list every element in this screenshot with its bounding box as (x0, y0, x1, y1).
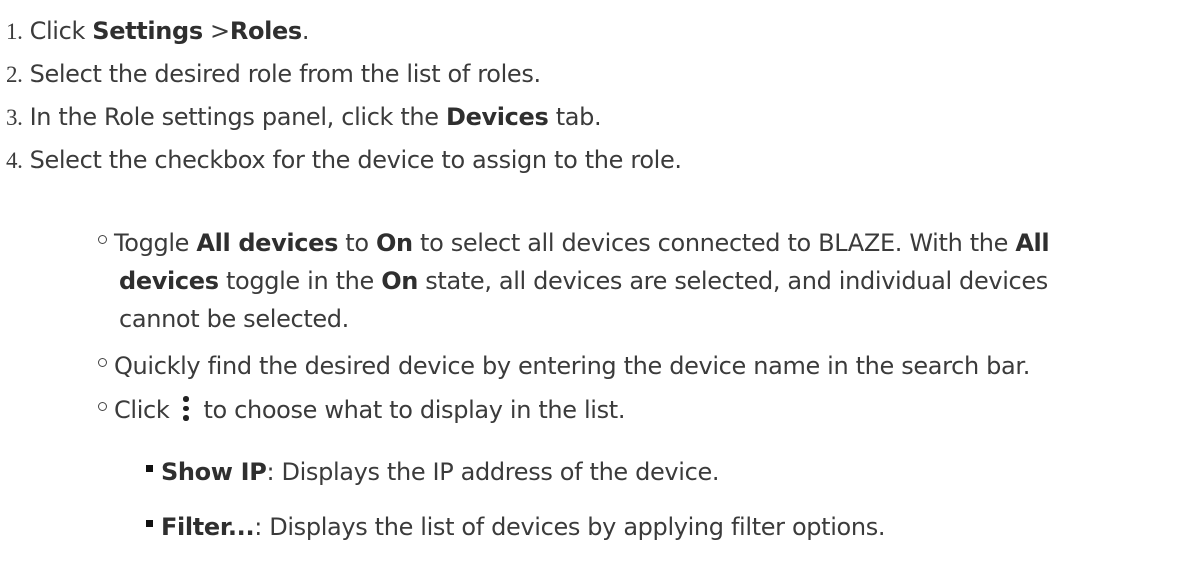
bullet-square-icon (146, 519, 153, 527)
bullet-search: Quickly find the desired device by enter… (98, 349, 1030, 383)
bullet-circle-icon (98, 401, 107, 411)
bullet-all-devices: Toggle All devices to On to select all d… (98, 226, 1050, 260)
roles-term: Roles (229, 17, 302, 45)
document: 1. Click Settings >Roles. 2. Select the de… (0, 0, 1197, 579)
step-2: 2. Select the desired role from the list … (6, 60, 541, 88)
bullet-all-devices-line2: devices toggle in the On state, all devi… (119, 267, 1048, 295)
step-3: 3. In the Role settings panel, click the … (6, 103, 602, 131)
bullet-circle-icon (98, 234, 107, 244)
step-number: 2. (6, 62, 23, 87)
step-number: 1. (6, 19, 23, 44)
kebab-menu-icon (183, 396, 189, 422)
bullet-display-options: Click to choose what to display in the li… (98, 393, 625, 427)
bullet-square-icon (146, 464, 153, 472)
filter-term: Filter... (161, 513, 255, 541)
settings-term: Settings (92, 17, 203, 45)
step-4: 4. Select the checkbox for the device to … (6, 146, 682, 174)
bullet-circle-icon (98, 357, 107, 367)
step-number: 4. (6, 148, 23, 173)
devices-term: Devices (446, 103, 549, 131)
subbullet-filter: Filter...: Displays the list of devices … (146, 510, 886, 544)
bullet-all-devices-line3: cannot be selected. (119, 305, 349, 333)
subbullet-show-ip: Show IP: Displays the IP address of the … (146, 455, 719, 489)
step-number: 3. (6, 105, 23, 130)
step-1: 1. Click Settings >Roles. (6, 17, 310, 45)
show-ip-term: Show IP (161, 458, 267, 486)
